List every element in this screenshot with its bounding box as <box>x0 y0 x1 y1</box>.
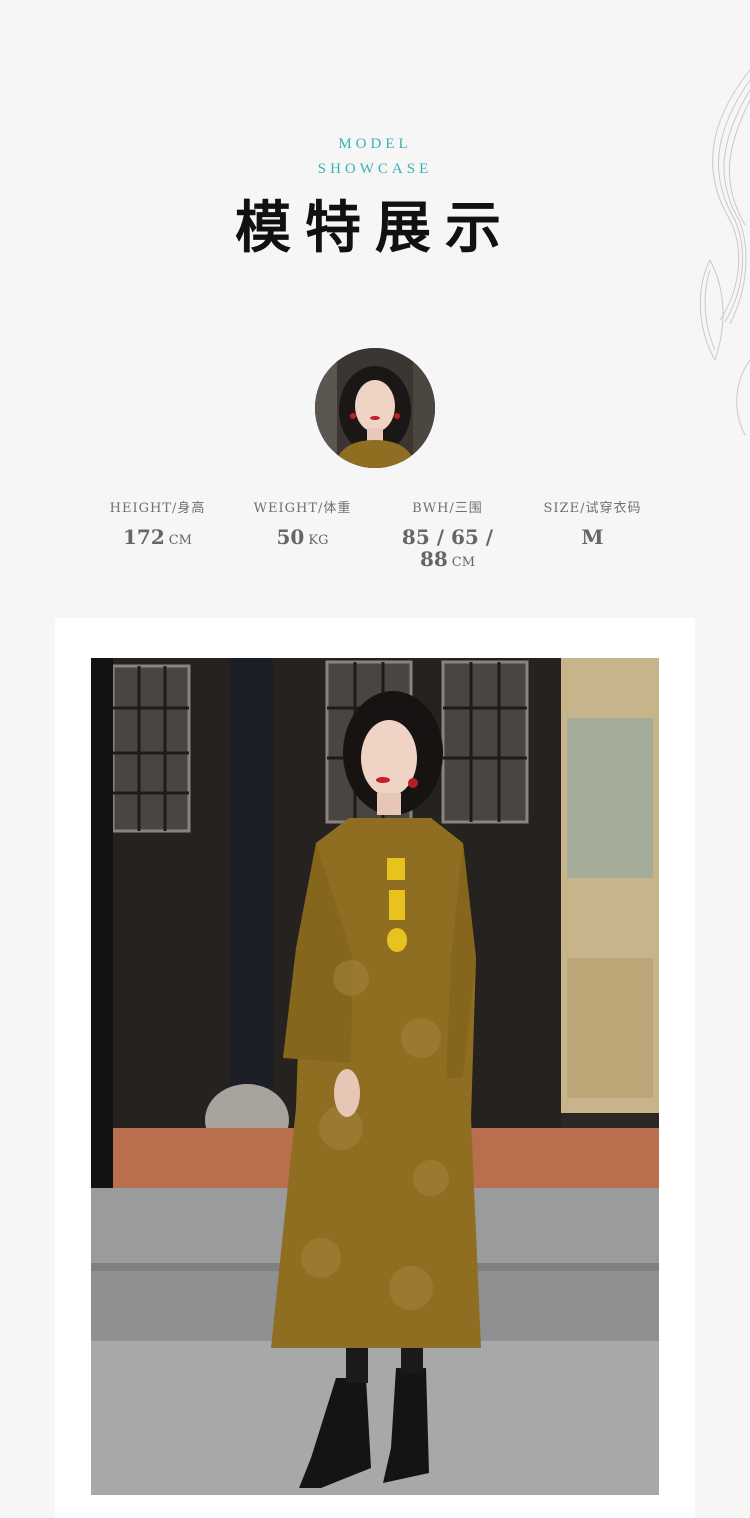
stat-height: HEIGHT/身高 172 CM <box>90 500 225 574</box>
stat-value: 172 <box>122 525 165 549</box>
stat-label: SIZE/试穿衣码 <box>543 501 642 516</box>
subtitle-showcase: SHOWCASE <box>317 161 433 177</box>
stat-weight: WEIGHT/体重 50 KG <box>235 500 370 574</box>
model-avatar <box>315 348 435 468</box>
stat-label: BWH/三围 <box>412 501 483 516</box>
page-title: 模特展示 <box>235 195 515 261</box>
stat-size: SIZE/试穿衣码 M <box>525 500 660 574</box>
model-portrait-image <box>315 348 435 468</box>
model-dress-image <box>91 658 659 1495</box>
stat-value: 85 / 65 / 88 <box>401 525 494 571</box>
stat-bwh: BWH/三围 85 / 65 / 88 CM <box>380 500 515 574</box>
subtitle-model: MODEL <box>338 136 412 152</box>
stat-unit: KG <box>308 533 329 548</box>
stat-value: M <box>581 525 604 549</box>
model-full-photo <box>91 658 659 1495</box>
model-stats: HEIGHT/身高 172 CM WEIGHT/体重 50 KG BWH/三围 85… <box>90 500 660 574</box>
stat-unit: CM <box>451 555 476 570</box>
stat-unit: CM <box>168 533 192 548</box>
stat-value: 50 <box>276 525 305 549</box>
stat-label: WEIGHT/体重 <box>253 501 352 516</box>
stat-label: HEIGHT/身高 <box>109 501 206 516</box>
showcase-header: MODEL SHOWCASE 模特展示 <box>0 132 750 260</box>
